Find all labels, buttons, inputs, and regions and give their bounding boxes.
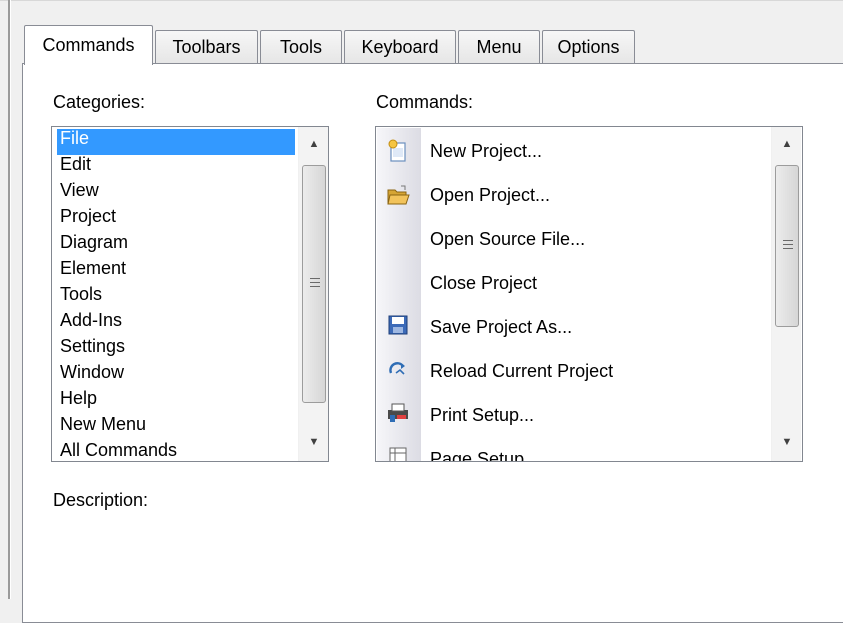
commands-scrollbar[interactable]: ▲ ▼ (771, 127, 801, 461)
list-item[interactable]: Element (57, 259, 295, 285)
command-open-project[interactable]: Open Project... (430, 185, 550, 206)
description-label: Description: (53, 490, 149, 510)
tab-tools[interactable]: Tools (260, 30, 342, 63)
scroll-up-icon[interactable]: ▲ (772, 131, 802, 157)
left-border-highlight (10, 0, 11, 599)
categories-label: Categories: (53, 92, 146, 112)
list-item[interactable]: Tools (57, 285, 295, 311)
tab-keyboard[interactable]: Keyboard (344, 30, 456, 63)
list-item[interactable]: Edit (57, 155, 295, 181)
command-page-setup[interactable]: Page Setup (430, 449, 524, 461)
reload-icon (389, 362, 405, 375)
list-item[interactable]: View (57, 181, 295, 207)
command-open-source-file[interactable]: Open Source File... (430, 229, 585, 250)
new-project-icon (388, 139, 406, 162)
categories-scrollbar[interactable]: ▲ ▼ (298, 127, 328, 461)
tab-toolbars[interactable]: Toolbars (155, 30, 258, 63)
list-item[interactable]: New Menu (57, 415, 295, 441)
commands-label: Commands: (376, 92, 474, 112)
customize-dialog: Commands Toolbars Tools Keyboard Menu Op… (0, 0, 843, 623)
list-item[interactable]: Window (57, 363, 295, 389)
save-disk-icon (388, 315, 408, 335)
categories-listbox[interactable]: File Edit View Project Diagram Element T… (51, 126, 329, 462)
open-folder-icon (387, 185, 410, 205)
print-setup-icon (388, 403, 408, 422)
command-print-setup[interactable]: Print Setup... (430, 405, 534, 426)
scroll-down-icon[interactable]: ▼ (299, 429, 328, 455)
list-item[interactable]: Add-Ins (57, 311, 295, 337)
page-setup-icon (389, 447, 407, 461)
tab-commands[interactable]: Commands (24, 25, 153, 65)
tab-menu[interactable]: Menu (458, 30, 540, 63)
command-new-project[interactable]: New Project... (430, 141, 542, 162)
tab-options[interactable]: Options (542, 30, 635, 63)
scrollbar-thumb[interactable] (302, 165, 326, 403)
command-reload-current-project[interactable]: Reload Current Project (430, 361, 613, 382)
list-item-file[interactable]: File (57, 129, 295, 155)
command-close-project[interactable]: Close Project (430, 273, 537, 294)
list-item[interactable]: Help (57, 389, 295, 415)
top-border (0, 0, 843, 1)
scroll-down-icon[interactable]: ▼ (772, 429, 802, 455)
command-save-project-as[interactable]: Save Project As... (430, 317, 572, 338)
scroll-up-icon[interactable]: ▲ (299, 131, 328, 157)
list-item[interactable]: All Commands (57, 441, 295, 461)
scrollbar-thumb[interactable] (775, 165, 799, 327)
list-item[interactable]: Diagram (57, 233, 295, 259)
commands-listbox[interactable]: New Project... Open Project... Open Sour… (375, 126, 803, 462)
list-item[interactable]: Project (57, 207, 295, 233)
list-item[interactable]: Settings (57, 337, 295, 363)
